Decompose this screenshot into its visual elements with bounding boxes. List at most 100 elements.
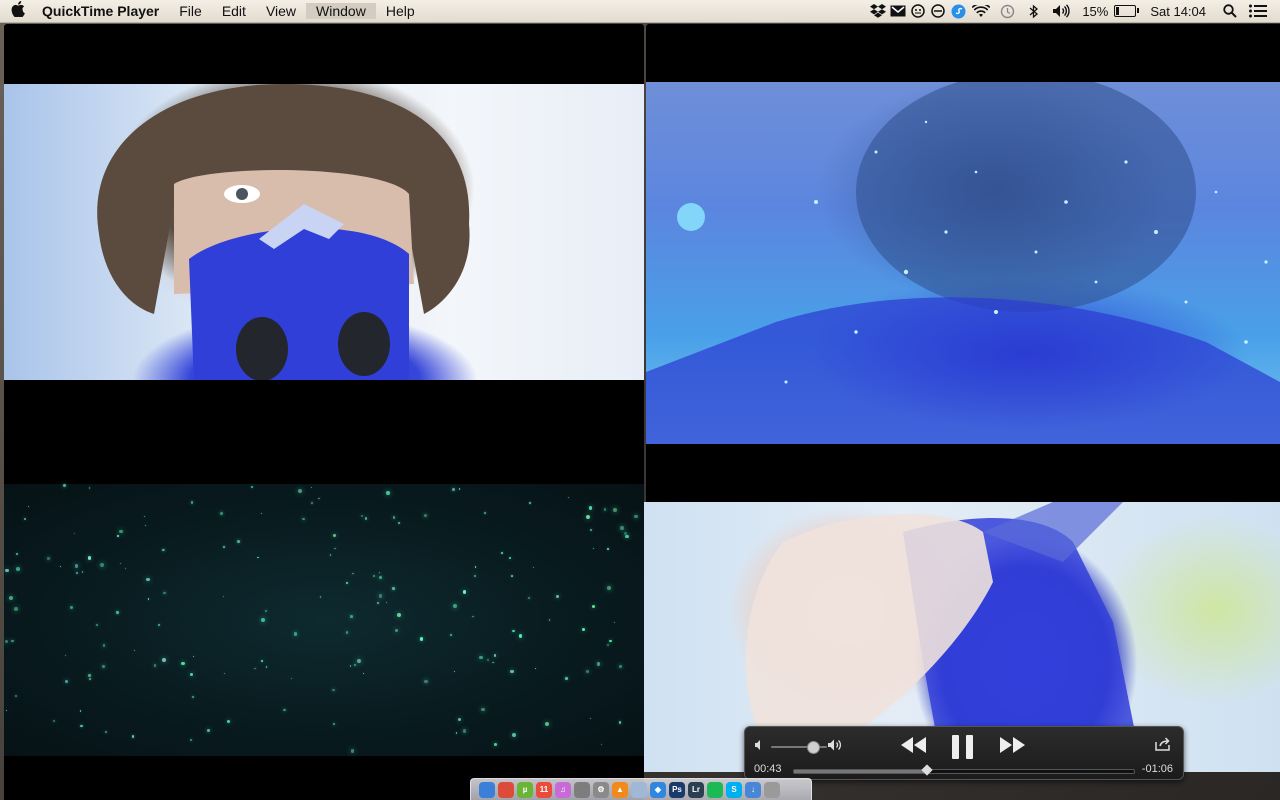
share-icon[interactable] xyxy=(1155,737,1171,751)
dropbox-icon[interactable]: ◆ xyxy=(650,781,666,798)
video-window-2[interactable] xyxy=(646,24,1280,502)
time-machine-icon[interactable] xyxy=(994,0,1020,22)
timeline-scrubber[interactable] xyxy=(793,764,1135,776)
light-particle xyxy=(47,557,51,560)
apple-menu-icon[interactable] xyxy=(0,0,36,22)
bluetooth-icon[interactable] xyxy=(1020,0,1046,22)
light-particle xyxy=(120,562,122,564)
utorrent-icon[interactable]: µ xyxy=(517,781,533,798)
light-particle xyxy=(346,582,349,585)
light-particle xyxy=(223,546,226,548)
light-particle xyxy=(392,586,395,590)
lightroom-icon[interactable]: Lr xyxy=(688,781,704,798)
light-particle xyxy=(237,540,240,543)
light-particle xyxy=(360,514,364,518)
clock[interactable]: Sat 14:04 xyxy=(1144,4,1216,19)
volume-slider-knob[interactable] xyxy=(807,741,820,754)
timeline-progress xyxy=(794,770,927,773)
finder-icon[interactable] xyxy=(479,781,495,798)
preview-icon[interactable] xyxy=(631,781,647,798)
playback-controls[interactable]: 00:43 -01:06 xyxy=(744,726,1184,780)
light-particle xyxy=(15,553,18,556)
light-particle xyxy=(147,598,150,600)
volume-icon[interactable] xyxy=(1046,0,1076,22)
volume-high-icon[interactable] xyxy=(827,738,843,755)
calendar-icon[interactable]: 11 xyxy=(536,781,552,798)
itunes-icon[interactable]: ♫ xyxy=(555,781,571,798)
spotify-icon[interactable] xyxy=(707,781,723,798)
light-particle xyxy=(60,565,62,568)
pause-button[interactable] xyxy=(952,735,974,759)
dock: µ 11 ♫ ⚙ ▲ ◆ Ps Lr S ↓ xyxy=(470,778,812,800)
downloads-icon[interactable]: ↓ xyxy=(745,781,761,798)
light-particle xyxy=(333,534,336,538)
chrome-icon[interactable] xyxy=(498,781,514,798)
light-particle xyxy=(319,596,322,598)
dropbox-status-icon[interactable] xyxy=(868,0,888,22)
light-particle xyxy=(334,547,336,550)
skype-icon[interactable]: S xyxy=(726,781,742,798)
photoshop-icon[interactable]: Ps xyxy=(669,781,685,798)
light-particle xyxy=(163,549,166,552)
light-particle xyxy=(283,708,286,712)
light-particle xyxy=(220,512,223,515)
light-particle xyxy=(189,738,193,742)
light-particle xyxy=(567,496,569,498)
light-particle xyxy=(589,528,592,532)
light-particle xyxy=(207,729,211,733)
mail-status-icon[interactable] xyxy=(888,0,908,22)
video-window-3[interactable] xyxy=(4,380,644,800)
light-particle xyxy=(589,717,592,720)
light-particle xyxy=(260,660,263,663)
light-particle xyxy=(376,602,379,605)
fast-forward-button[interactable] xyxy=(999,735,1027,761)
light-particle xyxy=(457,717,461,722)
volume-low-icon[interactable] xyxy=(754,739,766,754)
messages-icon[interactable] xyxy=(574,781,590,798)
light-particle xyxy=(493,654,497,657)
light-particle xyxy=(24,518,27,521)
trash-icon[interactable] xyxy=(764,781,780,798)
light-particle xyxy=(548,619,551,621)
light-particle xyxy=(634,514,638,519)
menu-help[interactable]: Help xyxy=(376,3,425,19)
light-particle xyxy=(14,694,18,698)
notification-center-icon[interactable] xyxy=(1244,0,1272,22)
alfred-status-icon[interactable] xyxy=(908,0,928,22)
light-particle xyxy=(162,658,167,663)
wifi-icon[interactable] xyxy=(968,0,994,22)
light-particle xyxy=(329,554,332,557)
shazam-status-icon[interactable] xyxy=(948,0,968,22)
light-particle xyxy=(620,525,624,530)
light-particle xyxy=(614,621,616,623)
light-particle xyxy=(353,664,357,667)
light-particle xyxy=(192,656,195,658)
menu-file[interactable]: File xyxy=(169,3,212,19)
video-window-1[interactable] xyxy=(4,24,644,382)
light-particle xyxy=(102,644,106,647)
do-not-disturb-icon[interactable] xyxy=(928,0,948,22)
light-particle xyxy=(5,568,9,573)
light-particle xyxy=(356,658,361,663)
light-particle xyxy=(394,628,399,633)
light-particle xyxy=(510,669,514,673)
light-particle xyxy=(607,643,610,646)
light-particle xyxy=(472,615,474,618)
light-particle xyxy=(529,502,531,504)
light-particle xyxy=(311,501,313,504)
light-particle xyxy=(423,514,427,517)
vlc-icon[interactable]: ▲ xyxy=(612,781,628,798)
timeline-playhead[interactable] xyxy=(920,764,933,776)
light-particle xyxy=(397,522,400,524)
rewind-button[interactable] xyxy=(899,735,927,761)
light-particle xyxy=(527,597,530,600)
battery-icon[interactable] xyxy=(1114,5,1140,17)
light-particle xyxy=(73,532,75,535)
app-menu[interactable]: QuickTime Player xyxy=(36,3,169,19)
menu-edit[interactable]: Edit xyxy=(212,3,256,19)
light-particle xyxy=(364,517,368,520)
system-prefs-icon[interactable]: ⚙ xyxy=(593,781,609,798)
spotlight-icon[interactable] xyxy=(1216,0,1244,22)
menu-window[interactable]: Window xyxy=(306,3,376,19)
menu-view[interactable]: View xyxy=(256,3,306,19)
